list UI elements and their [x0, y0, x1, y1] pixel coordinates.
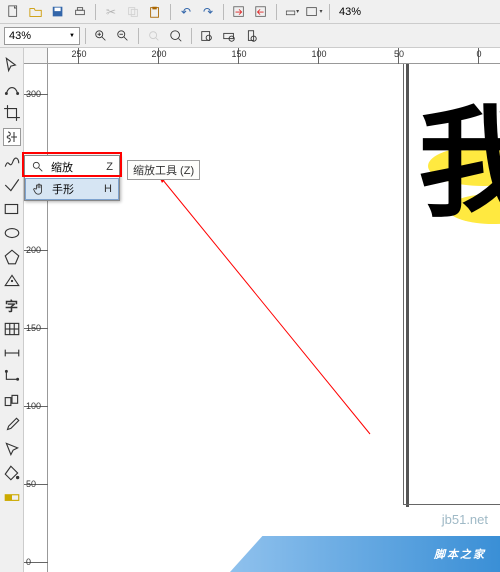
ruler-h-label: 250 — [69, 49, 89, 59]
separator — [138, 28, 139, 44]
watermark-banner: 脚本之家 — [230, 536, 500, 572]
zoom-sel-icon[interactable] — [144, 26, 164, 46]
interactive-fill-icon[interactable] — [3, 488, 21, 506]
tooltip: 缩放工具 (Z) — [127, 160, 200, 180]
ruler-h-label: 200 — [149, 49, 169, 59]
ruler-corner — [24, 48, 48, 64]
zoom-combo[interactable]: 43% ▼ — [4, 27, 80, 45]
copy-icon[interactable] — [123, 2, 143, 22]
basic-shapes-icon[interactable] — [3, 272, 21, 290]
ruler-v-label: 200 — [26, 245, 41, 255]
zoom-value: 43% — [9, 30, 31, 42]
flyout-item-zoom[interactable]: 缩放 Z — [25, 156, 119, 178]
flyout-shortcut: H — [104, 183, 112, 195]
flyout-label: 手形 — [52, 181, 86, 197]
paste-icon[interactable] — [145, 2, 165, 22]
zoom-out-icon[interactable] — [113, 26, 133, 46]
ruler-v-label: 50 — [26, 479, 36, 489]
main-toolbar-1: ✂ ↶ ↷ ▭▾ ▾ 43% — [0, 0, 500, 24]
workspace: 字 250 200 150 100 50 0 300 250 200 150 1… — [0, 48, 500, 572]
ruler-h-label: 50 — [389, 49, 409, 59]
redo-icon[interactable]: ↷ — [198, 2, 218, 22]
zoom-width-icon[interactable] — [219, 26, 239, 46]
dropdown-arrow-icon: ▼ — [69, 33, 75, 39]
separator — [85, 28, 86, 44]
app-icon[interactable]: ▾ — [304, 2, 324, 22]
main-toolbar-2: 43% ▼ — [0, 24, 500, 48]
toolbox: 字 — [0, 48, 24, 572]
polygon-tool-icon[interactable] — [3, 248, 21, 266]
zoom-all-icon[interactable] — [166, 26, 186, 46]
page-bottom — [403, 504, 500, 505]
ruler-vertical: 300 250 200 150 100 50 0 — [24, 64, 48, 572]
canvas-text: 我 — [418, 104, 500, 224]
import-icon[interactable] — [229, 2, 249, 22]
shape-tool-icon[interactable] — [3, 80, 21, 98]
separator — [276, 4, 277, 20]
separator — [95, 4, 96, 20]
separator — [191, 28, 192, 44]
zoom-tool-icon[interactable] — [3, 128, 21, 146]
crop-tool-icon[interactable] — [3, 104, 21, 122]
freehand-tool-icon[interactable] — [3, 152, 21, 170]
print-icon[interactable] — [70, 2, 90, 22]
ruler-h-label: 0 — [469, 49, 489, 59]
undo-icon[interactable]: ↶ — [176, 2, 196, 22]
ruler-v-label: 150 — [26, 323, 41, 333]
window-icon[interactable]: ▭▾ — [282, 2, 302, 22]
ellipse-tool-icon[interactable] — [3, 224, 21, 242]
save-icon[interactable] — [48, 2, 68, 22]
text-tool-icon[interactable]: 字 — [3, 296, 21, 314]
ruler-v-label: 100 — [26, 401, 41, 411]
magnifier-icon — [31, 161, 45, 173]
ruler-v-label: 300 — [26, 89, 41, 99]
flyout-item-hand[interactable]: 手形 H — [25, 178, 119, 200]
flyout-label: 缩放 — [51, 159, 88, 175]
connector-tool-icon[interactable] — [3, 368, 21, 386]
rectangle-tool-icon[interactable] — [3, 200, 21, 218]
page-shadow — [406, 64, 409, 507]
ruler-h-label: 100 — [309, 49, 329, 59]
tool-flyout: 缩放 Z 手形 H — [24, 155, 120, 201]
ruler-h-label: 150 — [229, 49, 249, 59]
zoom-in-icon[interactable] — [91, 26, 111, 46]
watermark-url: jb51.net — [442, 512, 488, 527]
page-edge — [403, 64, 404, 504]
zoom-height-icon[interactable] — [241, 26, 261, 46]
table-tool-icon[interactable] — [3, 320, 21, 338]
ruler-area: 250 200 150 100 50 0 300 250 200 150 100… — [24, 48, 500, 572]
open-icon[interactable] — [26, 2, 46, 22]
blend-tool-icon[interactable] — [3, 392, 21, 410]
separator — [223, 4, 224, 20]
dimension-tool-icon[interactable] — [3, 344, 21, 362]
export-icon[interactable] — [251, 2, 271, 22]
outline-tool-icon[interactable] — [3, 440, 21, 458]
ruler-v-label: 0 — [26, 557, 31, 567]
watermark-text: 脚本之家 — [434, 546, 486, 562]
pick-tool-icon[interactable] — [3, 56, 21, 74]
fill-tool-icon[interactable] — [3, 464, 21, 482]
ruler-horizontal: 250 200 150 100 50 0 — [48, 48, 500, 64]
canvas[interactable]: 我 — [48, 64, 500, 572]
separator — [329, 4, 330, 20]
eyedropper-tool-icon[interactable] — [3, 416, 21, 434]
smart-tool-icon[interactable] — [3, 176, 21, 194]
hand-icon — [32, 183, 46, 195]
zoom-page-icon[interactable] — [197, 26, 217, 46]
new-doc-icon[interactable] — [4, 2, 24, 22]
separator — [170, 4, 171, 20]
flyout-shortcut: Z — [106, 161, 113, 173]
cut-icon[interactable]: ✂ — [101, 2, 121, 22]
zoom-level-label: 43% — [335, 6, 365, 18]
